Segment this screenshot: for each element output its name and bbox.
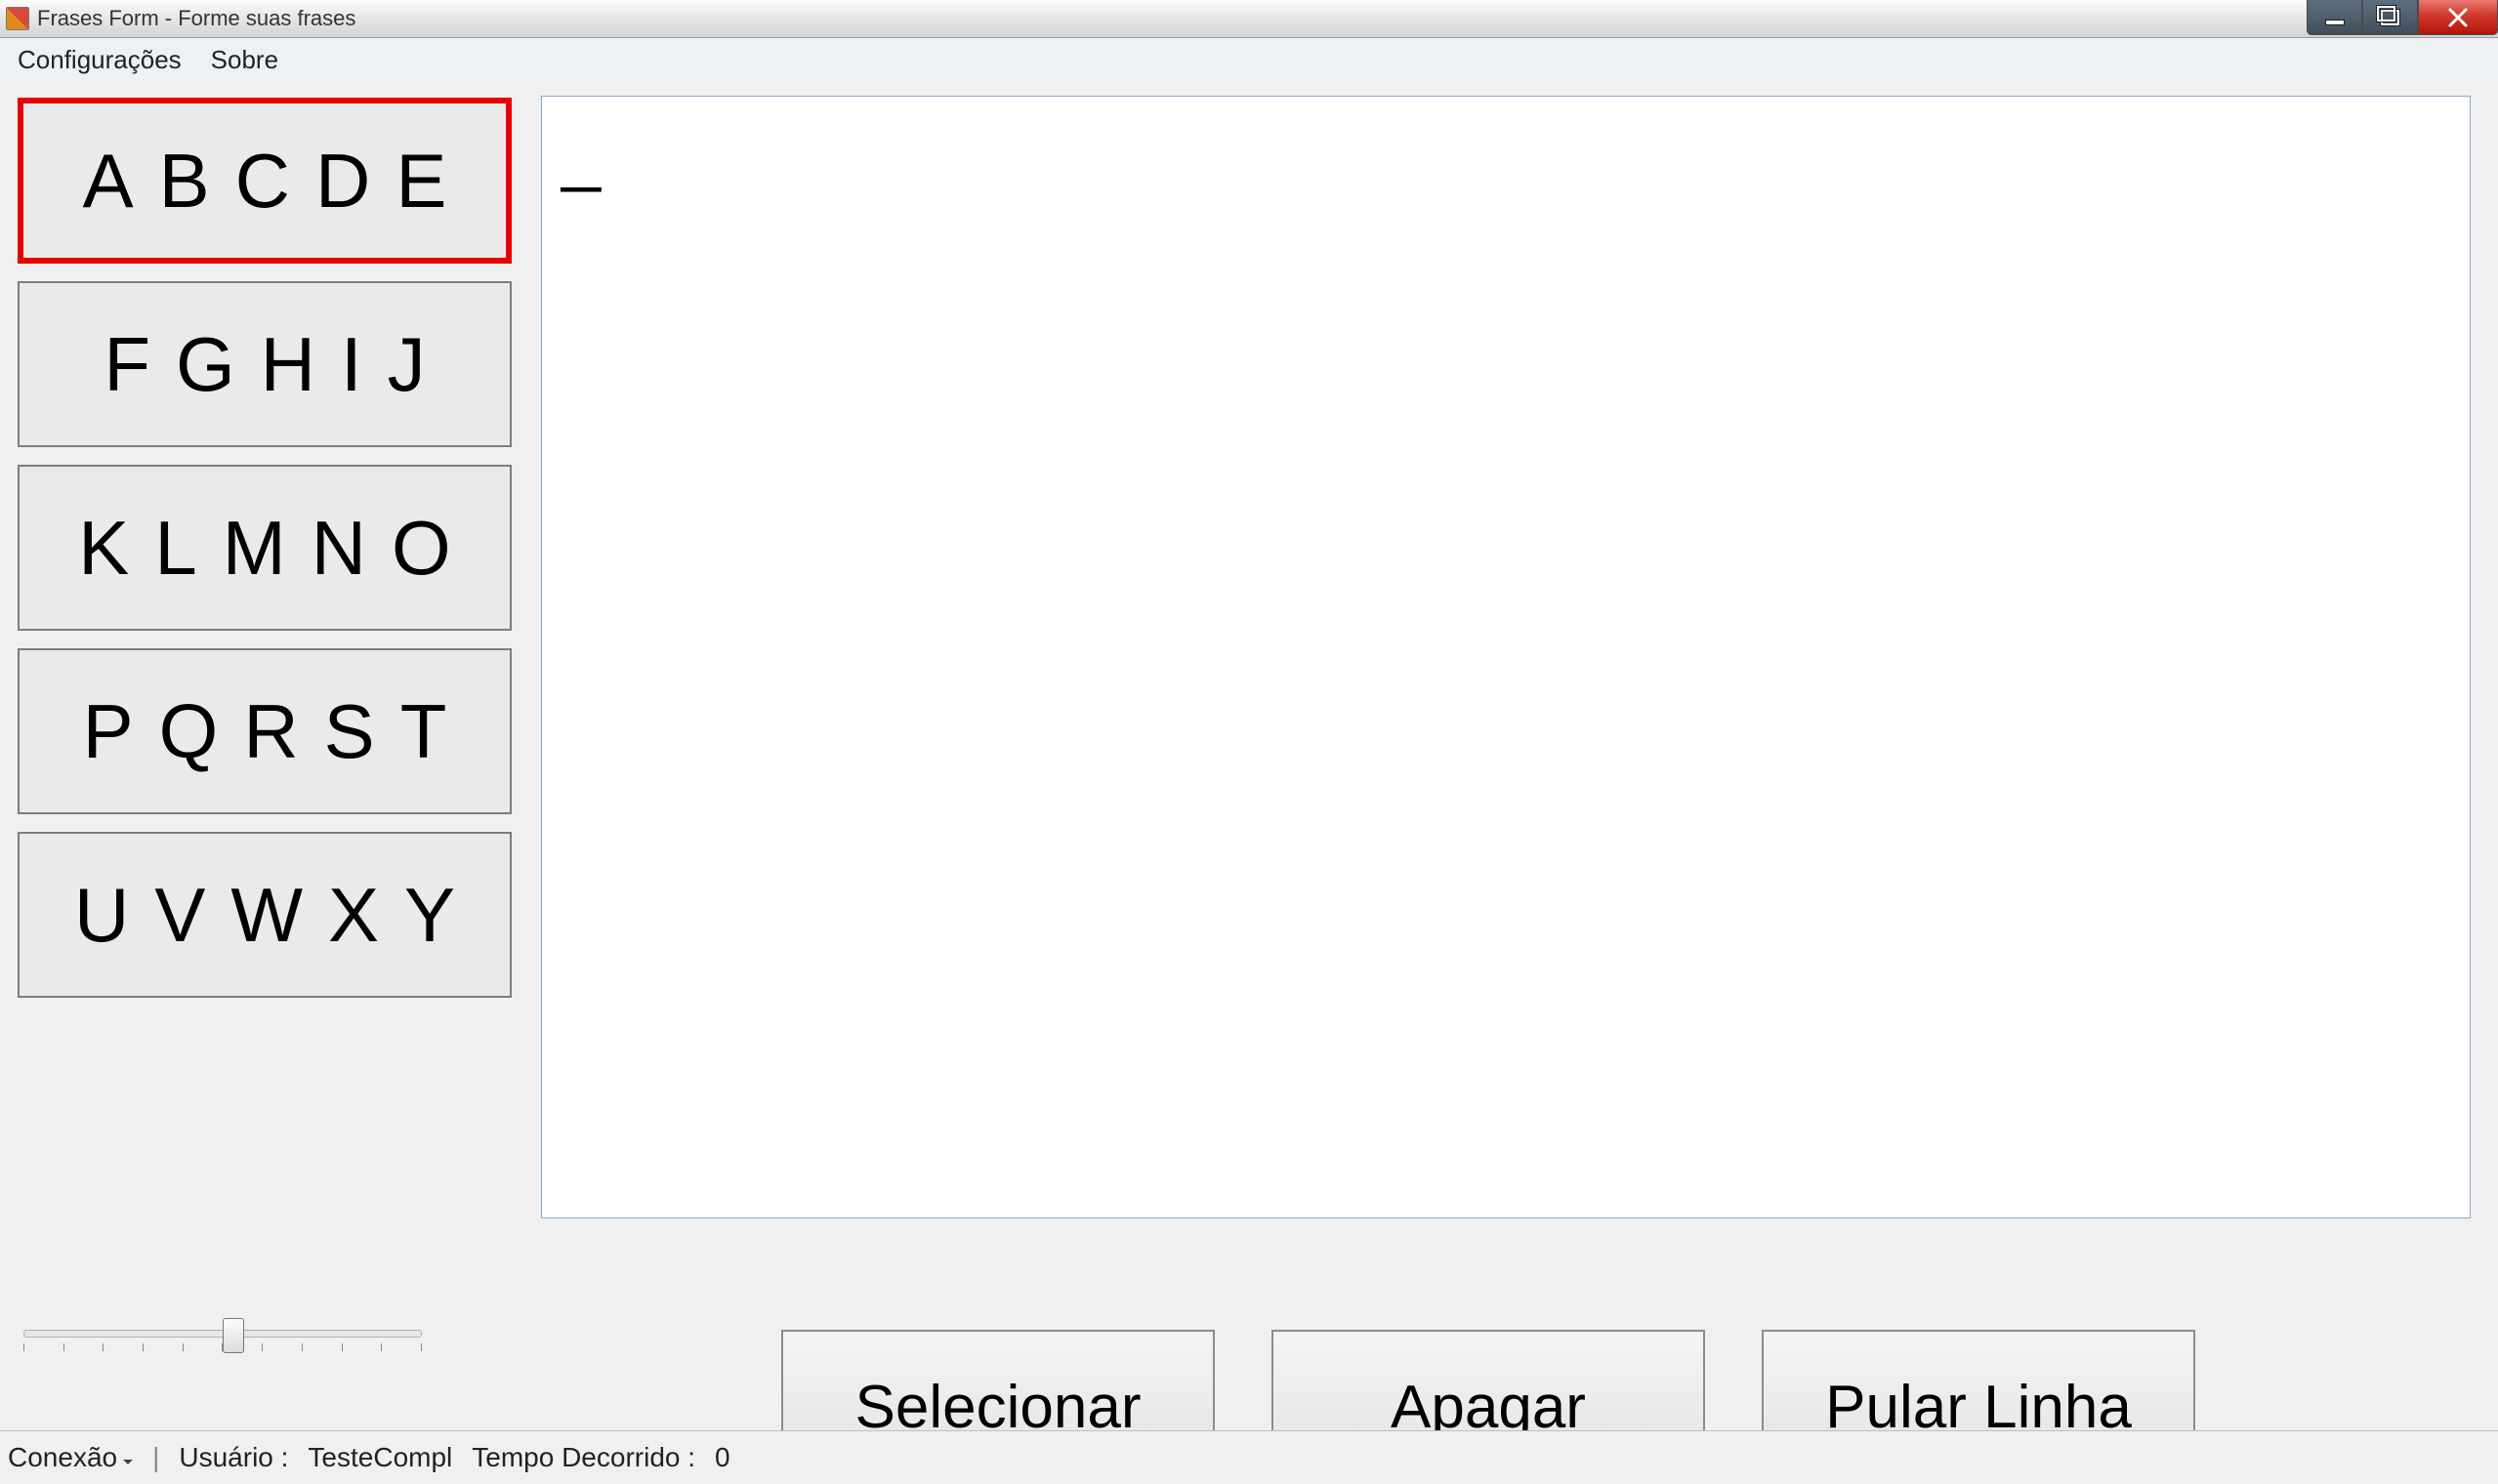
scan-speed-slider[interactable]: [23, 1330, 422, 1351]
letter-group-klmno[interactable]: KLMNO: [18, 465, 512, 631]
minimize-button[interactable]: [2307, 0, 2362, 35]
letter-group-column: ABCDE FGHIJ KLMNO PQRST UVWXY: [18, 98, 516, 998]
status-user-value: TesteCompl: [308, 1442, 452, 1473]
client-area: ABCDE FGHIJ KLMNO PQRST UVWXY Varredura …: [0, 80, 2498, 1431]
status-user-label: Usuário :: [179, 1442, 288, 1473]
letter-group-abcde[interactable]: ABCDE: [18, 98, 512, 264]
status-connection[interactable]: Conexão: [8, 1442, 133, 1473]
slider-thumb[interactable]: [223, 1318, 244, 1353]
menu-config[interactable]: Configurações: [18, 45, 182, 75]
maximize-icon: [2381, 10, 2399, 25]
titlebar: Frases Form - Forme suas frases: [0, 0, 2498, 38]
menu-about[interactable]: Sobre: [211, 45, 278, 75]
window-title: Frases Form - Forme suas frases: [37, 6, 355, 31]
statusbar: Conexão | Usuário : TesteCompl Tempo Dec…: [0, 1430, 2498, 1484]
slider-track: [23, 1330, 422, 1338]
status-elapsed-label: Tempo Decorrido :: [472, 1442, 695, 1473]
letter-group-uvwxy[interactable]: UVWXY: [18, 832, 512, 998]
letter-group-fghij[interactable]: FGHIJ: [18, 281, 512, 447]
menubar: Configurações Sobre: [0, 38, 2498, 82]
phrase-textarea[interactable]: [541, 96, 2471, 1218]
status-elapsed-value: 0: [715, 1442, 730, 1473]
maximize-button[interactable]: [2362, 0, 2418, 35]
minimize-icon: [2325, 20, 2345, 25]
app-icon: [6, 7, 29, 30]
status-separator: |: [152, 1442, 159, 1473]
close-button[interactable]: [2418, 0, 2498, 35]
window-controls: [2307, 0, 2498, 34]
close-icon: [2446, 6, 2470, 29]
letter-group-pqrst[interactable]: PQRST: [18, 648, 512, 814]
